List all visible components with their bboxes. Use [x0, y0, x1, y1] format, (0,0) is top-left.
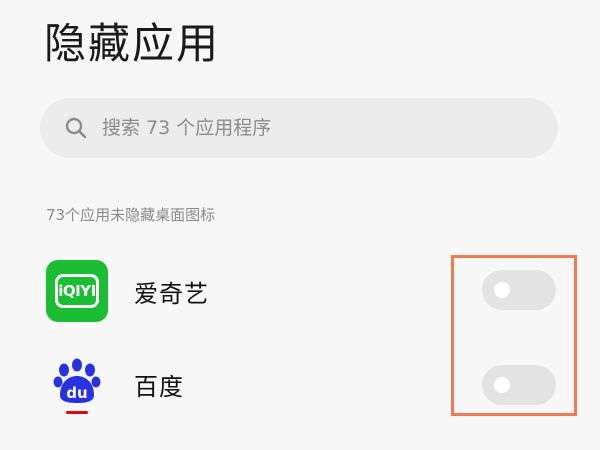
iqiyi-app-icon: iQIYI [46, 260, 108, 322]
baidu-app-icon: du [46, 353, 108, 415]
search-input[interactable] [102, 98, 542, 158]
app-label-baidu: 百度 [134, 373, 184, 401]
app-label-iqiyi: 爱奇艺 [134, 280, 209, 308]
iqiyi-logo-text: iQIYI [55, 274, 99, 308]
highlight-annotation-box [451, 255, 577, 416]
baidu-logo-text: du [66, 384, 88, 402]
search-icon [64, 116, 88, 140]
page-title: 隐藏应用 [44, 19, 221, 68]
search-box[interactable] [40, 98, 558, 158]
section-caption: 73个应用未隐藏桌面图标 [46, 206, 216, 224]
